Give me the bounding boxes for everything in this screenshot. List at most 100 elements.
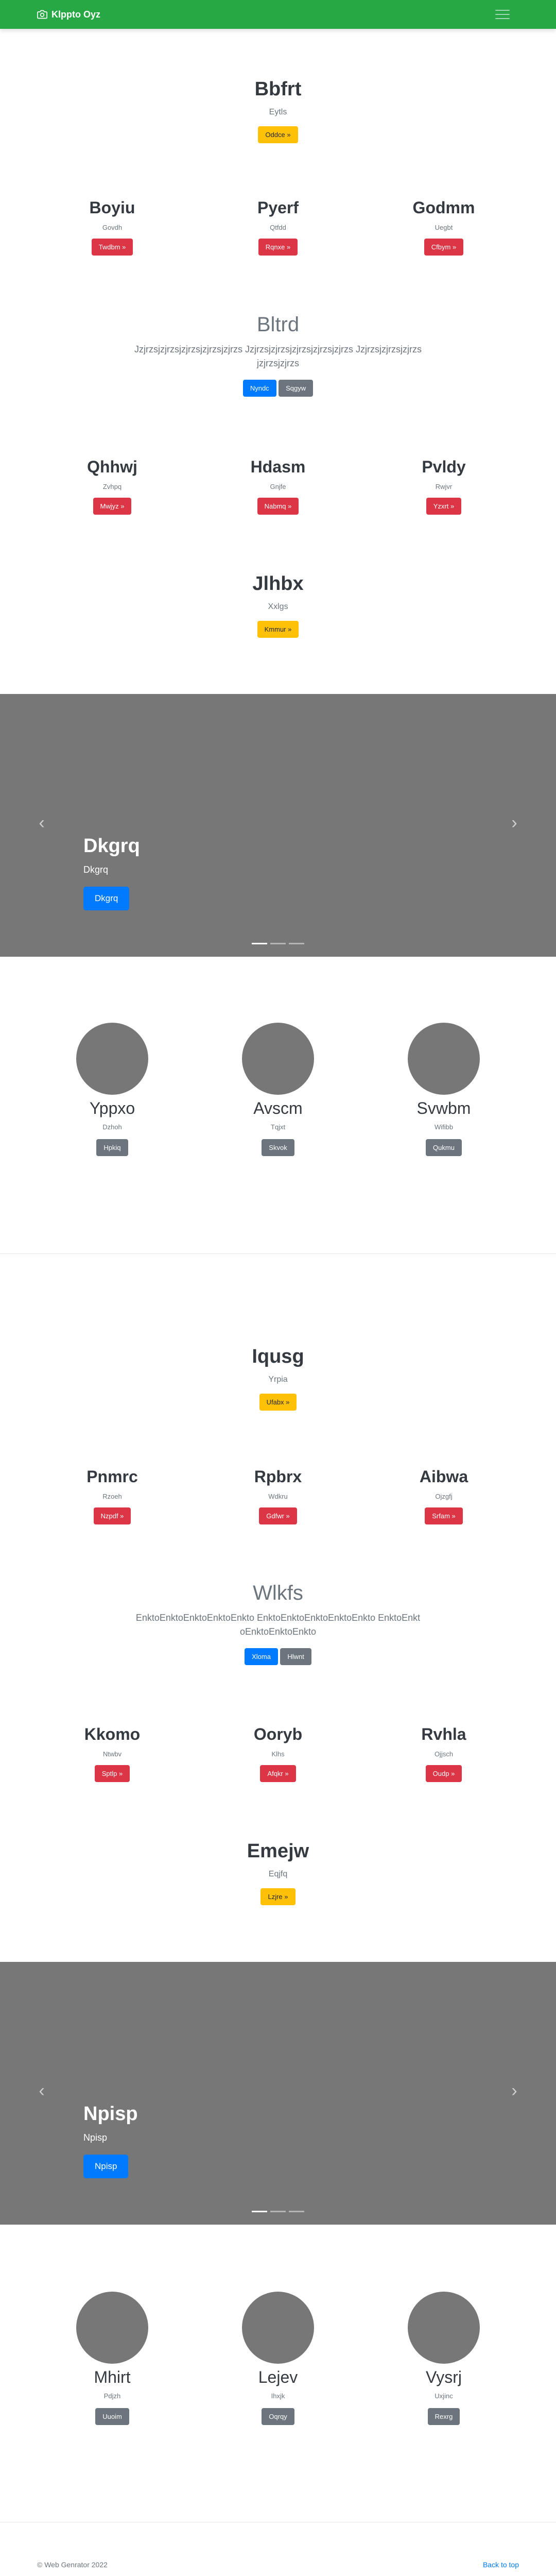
feature-column: Pyerf Qtfdd Rqnxe »	[203, 198, 353, 256]
chevron-left-icon[interactable]: ‹	[34, 813, 49, 833]
camera-icon	[37, 10, 47, 19]
avatar	[242, 1023, 314, 1095]
carousel-caption: Dkgrq Dkgrq Dkgrq	[83, 835, 140, 910]
lead-text: EnktoEnktoEnktoEnktoEnkto EnktoEnktoEnkt…	[135, 1613, 421, 1637]
carousel-indicator[interactable]	[270, 2211, 286, 2212]
lead-primary-button[interactable]: Nyndc	[242, 380, 276, 397]
lead-secondary-button[interactable]: Sqgyw	[279, 380, 314, 397]
back-to-top-link[interactable]: Back to top	[483, 2561, 519, 2569]
carousel-indicator[interactable]	[289, 943, 304, 944]
carousel-indicator[interactable]	[270, 943, 286, 944]
hero-title: Iqusg	[252, 1346, 304, 1367]
feature-column: Ooryb Klhs Afqkr »	[203, 1725, 353, 1782]
chevron-right-icon[interactable]: ›	[507, 813, 522, 833]
hamburger-icon[interactable]	[495, 7, 510, 22]
team-section-1: Yppxo Dzhoh Hpkiq Avscm Tqjxt Skvok Svwb…	[0, 1023, 556, 1156]
column-text: Uegbt	[435, 224, 453, 231]
column-text: Klhs	[271, 1750, 285, 1758]
member-role: Ihxjk	[271, 2392, 285, 2400]
member-name: Mhirt	[94, 2368, 131, 2386]
chevron-right-icon[interactable]: ›	[507, 2081, 522, 2100]
hero-button[interactable]: Lzjre »	[260, 1888, 296, 1905]
column-title: Qhhwj	[87, 457, 137, 476]
column-text: Wdkru	[268, 1493, 288, 1500]
member-role: Wifibb	[434, 1123, 454, 1131]
lead-secondary-button[interactable]: Hlwnt	[280, 1648, 311, 1665]
feature-column: Godmm Uegbt Cfbym »	[369, 198, 518, 256]
column-title: Hdasm	[250, 457, 306, 476]
lead-text: Jzjrzsjzjrzsjzjrzsjzjrzsjzjrzs Jzjrzsjzj…	[134, 344, 422, 368]
column-title: Pvldy	[422, 457, 466, 476]
copyright-text: © Web Genrator 2022	[37, 2561, 108, 2569]
lead-primary-button[interactable]: Xloma	[245, 1648, 278, 1665]
feature-column: Pnmrc Rzoeh Nzpdf »	[38, 1467, 187, 1524]
hero-title: Emejw	[247, 1840, 309, 1862]
column-button[interactable]: Mwjyz »	[93, 498, 132, 515]
column-button[interactable]: Twdbm »	[91, 239, 133, 256]
member-role: Dzhoh	[102, 1123, 122, 1131]
member-role: Uxjinc	[435, 2392, 453, 2400]
carousel-button[interactable]: Dkgrq	[83, 887, 130, 910]
column-title: Ooryb	[253, 1725, 303, 1743]
hero-button[interactable]: Oddce »	[258, 126, 298, 143]
hero-section-4: Emejw Eqjfq Lzjre »	[0, 1840, 556, 1905]
carousel-indicator[interactable]	[252, 943, 267, 944]
carousel-title: Dkgrq	[83, 835, 140, 857]
column-text: Qtfdd	[270, 224, 286, 231]
brand-label: Klppto Oyz	[51, 9, 100, 20]
navbar-brand[interactable]: Klppto Oyz	[37, 0, 100, 29]
avatar	[242, 2292, 314, 2364]
column-button[interactable]: Yzxrt »	[426, 498, 462, 515]
team-member: Svwbm Wifibb Qukmu	[369, 1023, 518, 1156]
column-button[interactable]: Afqkr »	[260, 1765, 296, 1782]
avatar	[408, 2292, 480, 2364]
feature-column: Rvhla Ojjsch Oudp »	[369, 1725, 518, 1782]
hero-section-2: Jlhbx Xxlgs Kmmur »	[0, 573, 556, 638]
column-title: Rvhla	[421, 1725, 466, 1743]
member-button[interactable]: Hpkiq	[96, 1139, 128, 1156]
column-text: Rwjvr	[435, 483, 453, 490]
feature-columns-4: Kkomo Ntwbv Sptlp » Ooryb Klhs Afqkr » R…	[0, 1725, 556, 1782]
column-title: Boyiu	[89, 198, 135, 217]
team-member: Mhirt Pdjzh Uuoim	[38, 2292, 187, 2425]
column-button[interactable]: Srfam »	[425, 1507, 463, 1524]
column-text: Gnjfe	[270, 483, 286, 490]
column-button[interactable]: Rqnxe »	[258, 239, 298, 256]
member-button[interactable]: Rexrg	[427, 2408, 460, 2425]
column-button[interactable]: Sptlp »	[94, 1765, 130, 1782]
chevron-left-icon[interactable]: ‹	[34, 2081, 49, 2100]
carousel-indicator[interactable]	[252, 2211, 267, 2212]
hero-button[interactable]: Kmmur »	[257, 621, 299, 638]
column-title: Pnmrc	[86, 1467, 138, 1486]
carousel-indicators	[0, 2211, 556, 2212]
member-button[interactable]: Skvok	[262, 1139, 294, 1156]
carousel-indicator[interactable]	[289, 2211, 304, 2212]
column-text: Ntwbv	[102, 1750, 122, 1758]
member-button[interactable]: Qukmu	[426, 1139, 462, 1156]
member-button[interactable]: Oqrqy	[262, 2408, 294, 2425]
team-member: Lejev Ihxjk Oqrqy	[203, 2292, 353, 2425]
column-button[interactable]: Nzpdf »	[93, 1507, 131, 1524]
lead-section-1: Bltrd Jzjrzsjzjrzsjzjrzsjzjrzsjzjrzs Jzj…	[0, 313, 556, 397]
feature-column: Rpbrx Wdkru Gdfwr »	[203, 1467, 353, 1524]
member-name: Avscm	[253, 1099, 303, 1117]
member-name: Yppxo	[89, 1099, 135, 1117]
avatar	[76, 2292, 148, 2364]
column-button[interactable]: Gdfwr »	[259, 1507, 297, 1524]
lead-section-2: Wlkfs EnktoEnktoEnktoEnktoEnkto EnktoEnk…	[0, 1582, 556, 1665]
hero-subtitle: Eqjfq	[268, 1870, 288, 1878]
column-button[interactable]: Nabmq »	[257, 498, 299, 515]
hero-button[interactable]: Ufabx »	[259, 1394, 297, 1411]
column-button[interactable]: Oudp »	[425, 1765, 462, 1782]
column-text: Ojzgfj	[435, 1493, 453, 1500]
hero-title: Bbfrt	[254, 78, 302, 100]
column-title: Pyerf	[257, 198, 299, 217]
member-name: Vysrj	[426, 2368, 462, 2386]
member-button[interactable]: Uuoim	[95, 2408, 129, 2425]
team-member: Vysrj Uxjinc Rexrg	[369, 2292, 518, 2425]
feature-columns-3: Pnmrc Rzoeh Nzpdf » Rpbrx Wdkru Gdfwr » …	[0, 1467, 556, 1524]
column-title: Aibwa	[419, 1467, 468, 1486]
column-button[interactable]: Cfbym »	[424, 239, 464, 256]
feature-column: Kkomo Ntwbv Sptlp »	[38, 1725, 187, 1782]
carousel-button[interactable]: Npisp	[83, 2155, 129, 2178]
